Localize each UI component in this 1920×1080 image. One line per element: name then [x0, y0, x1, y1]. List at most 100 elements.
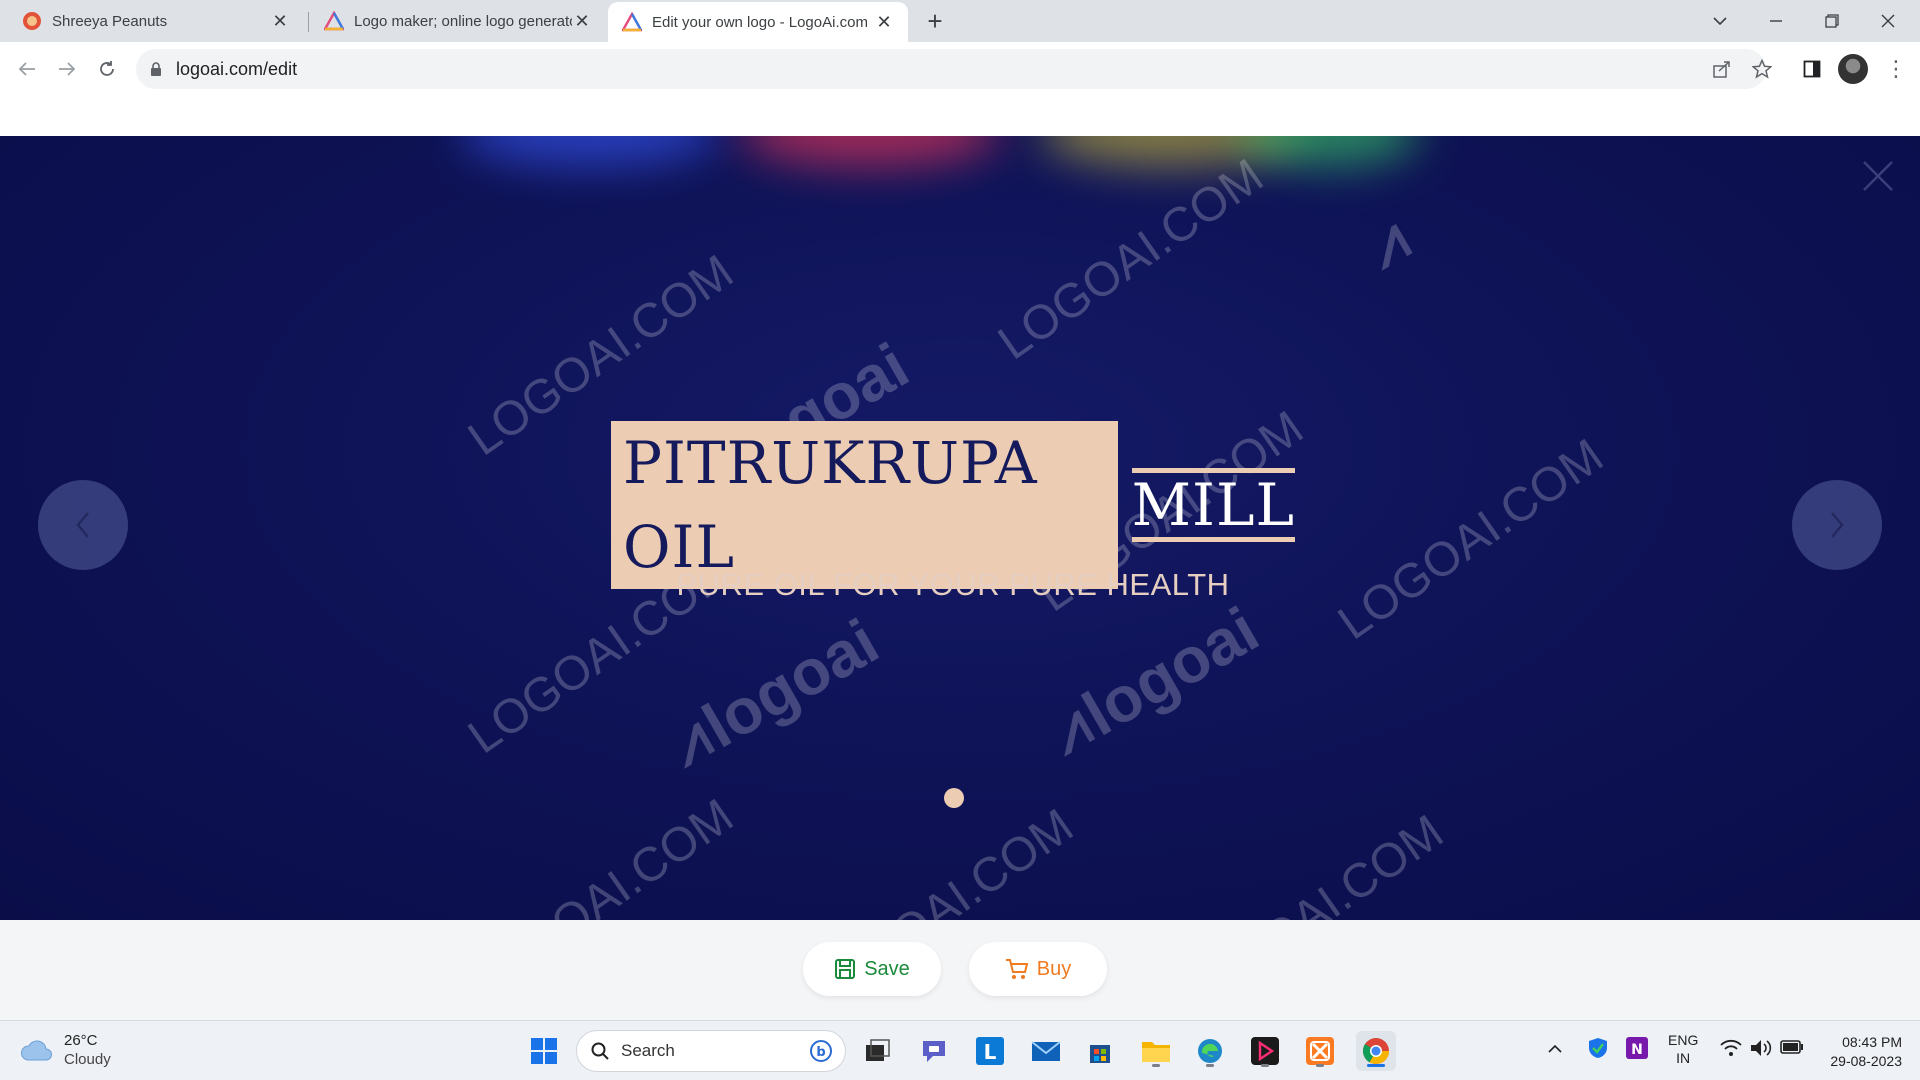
weather-widget[interactable]: 26°C Cloudy	[20, 1031, 111, 1069]
watermark-logo-mark: ⩘	[1355, 201, 1425, 283]
next-logo-button[interactable]	[1792, 480, 1882, 570]
watermark-text: LOGOAI.COM	[1169, 805, 1453, 920]
search-placeholder: Search	[621, 1041, 675, 1060]
buy-label: Buy	[1036, 957, 1072, 980]
brand-name-secondary: MILL	[1131, 468, 1295, 542]
language-indicator[interactable]: ENG IN	[1668, 1031, 1698, 1067]
clock-time: 08:43 PM	[1842, 1034, 1902, 1050]
top-glow	[1240, 136, 1420, 166]
watermark-text: LOGOAI.COM	[1329, 429, 1613, 651]
watermark-text: LOGOAI.COM	[989, 149, 1273, 371]
windows-taskbar: 26°C Cloudy Search b L N ENG IN 08:43 PM…	[0, 1020, 1920, 1080]
chrome-menu-icon[interactable]: ⋮	[1884, 52, 1908, 86]
teams-chat-icon[interactable]	[914, 1031, 954, 1071]
tab-title: Logo maker; online logo generator	[354, 12, 572, 30]
profile-avatar[interactable]	[1838, 54, 1868, 84]
peanut-favicon	[23, 12, 41, 30]
svg-text:b: b	[816, 1045, 825, 1060]
chrome-icon[interactable]	[1356, 1031, 1396, 1071]
tab-logo-maker[interactable]: Logo maker; online logo generator ✕	[310, 0, 606, 42]
close-preview-icon[interactable]	[1860, 158, 1896, 194]
bing-icon: b	[810, 1040, 832, 1062]
share-icon[interactable]	[1705, 52, 1739, 86]
mail-icon[interactable]	[1026, 1031, 1066, 1071]
running-indicator	[1316, 1064, 1324, 1067]
clock-date: 29-08-2023	[1830, 1053, 1902, 1069]
save-label: Save	[864, 957, 910, 980]
tab-divider	[308, 12, 309, 32]
forward-arrow-icon[interactable]	[50, 52, 84, 86]
svg-text:L: L	[984, 1040, 997, 1064]
back-arrow-icon[interactable]	[10, 52, 44, 86]
save-button[interactable]: Save	[803, 942, 941, 996]
reload-icon[interactable]	[90, 52, 124, 86]
logoai-mark-icon: ⩘	[1355, 203, 1420, 282]
tab-close-icon[interactable]: ✕	[874, 12, 894, 32]
onenote-icon[interactable]: N	[1626, 1037, 1648, 1063]
watermark-logo: ⩘logoai	[657, 604, 891, 780]
media-app-icon[interactable]	[1245, 1031, 1285, 1071]
watermark-text: LOGOAI.COM	[799, 799, 1083, 920]
cart-icon	[1005, 959, 1029, 979]
xampp-icon[interactable]	[1300, 1031, 1340, 1071]
show-hidden-icons-chevron-icon[interactable]	[1548, 1039, 1562, 1057]
new-tab-button[interactable]: +	[920, 6, 950, 36]
page-content: LOGOAI.COM LOGOAI.COM LOGOAI.COM LOGOAI.…	[0, 96, 1920, 1020]
url-text: logoai.com/edit	[176, 58, 298, 79]
top-glow	[460, 136, 720, 166]
browser-toolbar: logoai.com/edit ⋮	[0, 42, 1920, 96]
close-window-button[interactable]	[1860, 0, 1916, 42]
running-indicator	[1367, 1064, 1385, 1067]
running-indicator	[1206, 1064, 1214, 1067]
side-panel-icon[interactable]	[1795, 52, 1829, 86]
running-indicator	[1261, 1064, 1269, 1067]
tab-shreeya-peanuts[interactable]: Shreeya Peanuts ✕	[8, 0, 304, 42]
svg-text:N: N	[1631, 1042, 1643, 1058]
search-icon	[591, 1042, 609, 1060]
volume-icon[interactable]	[1750, 1039, 1772, 1061]
save-icon	[835, 959, 856, 979]
page-header-strip	[0, 96, 1920, 136]
logo-preview-stage: LOGOAI.COM LOGOAI.COM LOGOAI.COM LOGOAI.…	[0, 136, 1920, 920]
windows-start-icon[interactable]	[524, 1031, 564, 1071]
browser-tab-strip: Shreeya Peanuts ✕ Logo maker; online log…	[0, 0, 1920, 42]
logo-slogan: PURE OIL FOR YOUR PURE HEALTH	[676, 567, 1230, 602]
tab-close-icon[interactable]: ✕	[270, 11, 290, 31]
task-view-icon[interactable]	[858, 1031, 898, 1071]
edge-icon[interactable]	[1190, 1031, 1230, 1071]
region-code: IN	[1676, 1050, 1691, 1066]
tab-close-icon[interactable]: ✕	[572, 11, 592, 31]
carousel-dot[interactable]	[944, 788, 964, 808]
brand-name-primary: PITRUKRUPA OIL	[611, 421, 1118, 589]
bookmark-star-icon[interactable]	[1745, 52, 1779, 86]
weather-condition: Cloudy	[64, 1051, 111, 1068]
logoai-favicon	[622, 12, 642, 32]
battery-icon[interactable]	[1780, 1040, 1804, 1058]
weather-temperature: 26°C	[64, 1032, 98, 1049]
tab-search-chevron-icon[interactable]	[1692, 0, 1748, 42]
logoai-favicon	[324, 11, 344, 31]
logo-design[interactable]: PITRUKRUPA OIL MILL PURE OIL FOR YOUR PU…	[611, 421, 1295, 603]
watermark-logo: ⩘logoai	[1037, 592, 1271, 768]
buy-button[interactable]: Buy	[969, 942, 1107, 996]
microsoft-store-icon[interactable]	[1080, 1031, 1120, 1071]
tab-title: Shreeya Peanuts	[52, 12, 168, 30]
logo-brand-name: PITRUKRUPA OIL MILL	[611, 421, 1295, 589]
watermark-text: LOGOAI.COM	[459, 789, 743, 920]
top-glow	[740, 136, 1000, 166]
restore-button[interactable]	[1804, 0, 1860, 42]
l-app-icon[interactable]: L	[970, 1031, 1010, 1071]
previous-logo-button[interactable]	[38, 480, 128, 570]
running-indicator	[1152, 1064, 1160, 1067]
language-code: ENG	[1668, 1032, 1699, 1048]
tab-edit-logo[interactable]: Edit your own logo - LogoAi.com ✕	[608, 2, 908, 42]
minimize-button[interactable]	[1748, 0, 1804, 42]
file-explorer-icon[interactable]	[1136, 1031, 1176, 1071]
taskbar-search[interactable]: Search b	[576, 1030, 846, 1072]
system-clock[interactable]: 08:43 PM 29-08-2023	[1812, 1033, 1902, 1071]
address-bar[interactable]: logoai.com/edit	[136, 49, 1766, 89]
cloud-icon	[21, 1040, 52, 1061]
wifi-icon[interactable]	[1720, 1039, 1742, 1061]
action-bar: Save Buy	[0, 920, 1920, 1020]
security-shield-icon[interactable]	[1588, 1037, 1608, 1063]
